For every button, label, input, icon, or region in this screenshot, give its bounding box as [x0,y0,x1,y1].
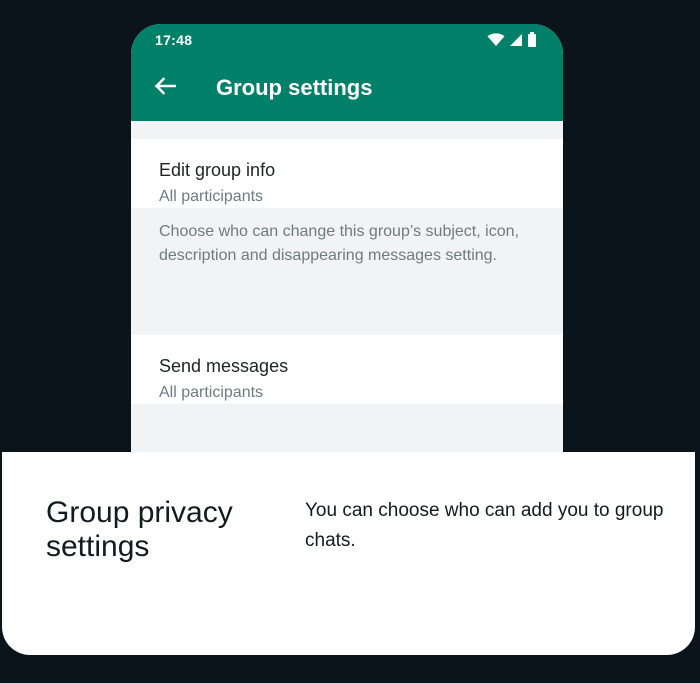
title-row: Group settings [131,70,563,106]
back-button[interactable] [145,70,185,106]
status-icons [487,32,537,52]
arrow-left-icon [154,76,177,100]
phone-screen: 17:48 Group settings Edit group info All… [131,24,563,524]
app-bar: 17:48 Group settings [131,24,563,121]
battery-icon [527,32,537,52]
setting-label: Send messages [159,356,289,376]
setting-label: Edit group info [159,160,276,180]
feature-card: Group privacy settings You can choose wh… [2,452,695,655]
status-bar: 17:48 [131,24,563,54]
promo-stage: 17:48 Group settings Edit group info All… [0,0,700,683]
setting-value: All participants [159,188,264,205]
setting-value: All participants [159,384,264,401]
edit-group-info-description: Choose who can change this group’s subje… [131,208,563,335]
send-messages-setting[interactable]: Send messages All participants [131,335,563,404]
edit-group-info-setting[interactable]: Edit group info All participants [131,139,563,208]
feature-title: Group privacy settings [46,496,233,563]
section-spacer [131,121,563,139]
signal-icon [509,33,523,52]
status-time: 17:48 [155,32,193,48]
wifi-icon [487,32,505,52]
feature-description: You can choose who can add you to group … [305,500,664,551]
page-title: Group settings [216,75,373,100]
